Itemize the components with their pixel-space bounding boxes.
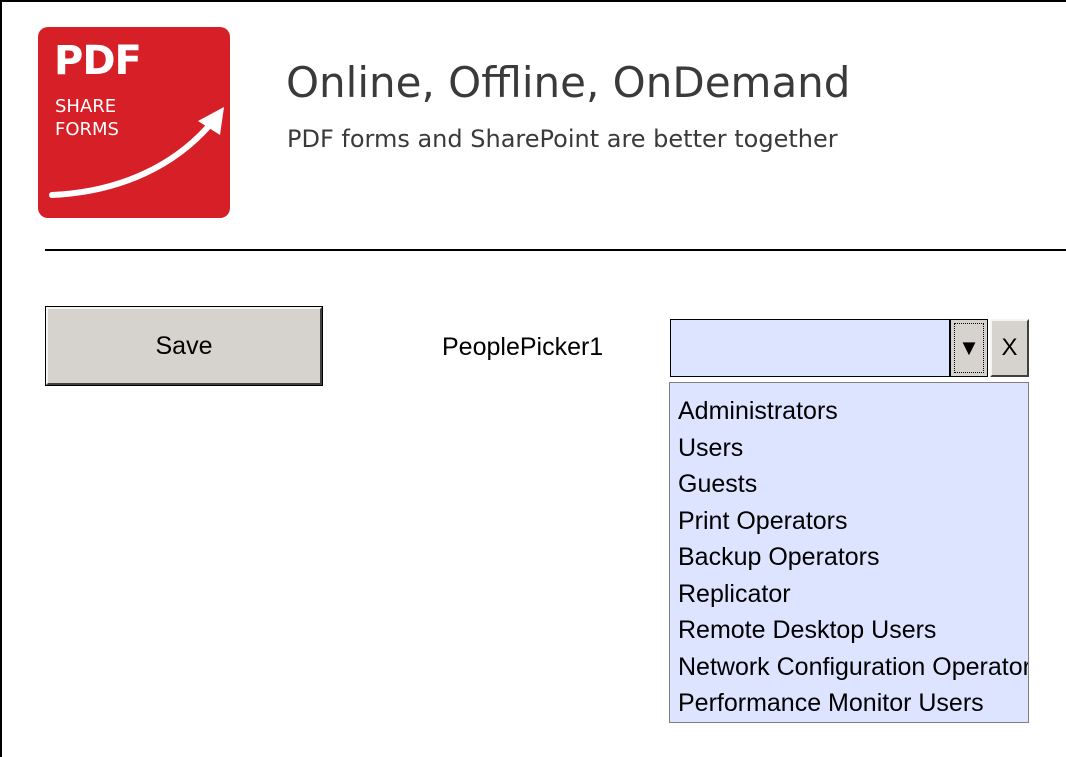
people-picker-clear-button[interactable]: X [990,319,1029,377]
list-item[interactable]: Network Configuration Operators [670,649,1028,686]
chevron-down-icon: ▼ [954,323,984,373]
form-page: PDF SHARE FORMS Online, Offline, OnDeman… [0,0,1066,757]
list-item[interactable]: Replicator [670,576,1028,613]
list-item[interactable]: Guests [670,466,1028,503]
people-picker-input[interactable] [670,319,950,377]
people-picker-label: PeoplePicker1 [442,333,604,361]
people-picker-options-list[interactable]: Administrators Users Guests Print Operat… [669,382,1029,723]
list-item[interactable]: Print Operators [670,503,1028,540]
save-button[interactable]: Save [45,306,323,386]
header-divider [45,249,1066,251]
list-item[interactable]: Administrators [670,393,1028,430]
page-title: Online, Offline, OnDemand [286,58,851,107]
list-item[interactable]: Remote Desktop Users [670,612,1028,649]
people-picker-dropdown-button[interactable]: ▼ [950,319,988,377]
page-subtitle: PDF forms and SharePoint are better toge… [287,125,838,153]
list-item[interactable]: Users [670,430,1028,467]
list-item[interactable]: Performance Monitor Users [670,685,1028,722]
pdf-share-forms-logo: PDF SHARE FORMS [38,27,230,218]
list-item[interactable]: Backup Operators [670,539,1028,576]
logo-arrow-icon [49,107,224,198]
